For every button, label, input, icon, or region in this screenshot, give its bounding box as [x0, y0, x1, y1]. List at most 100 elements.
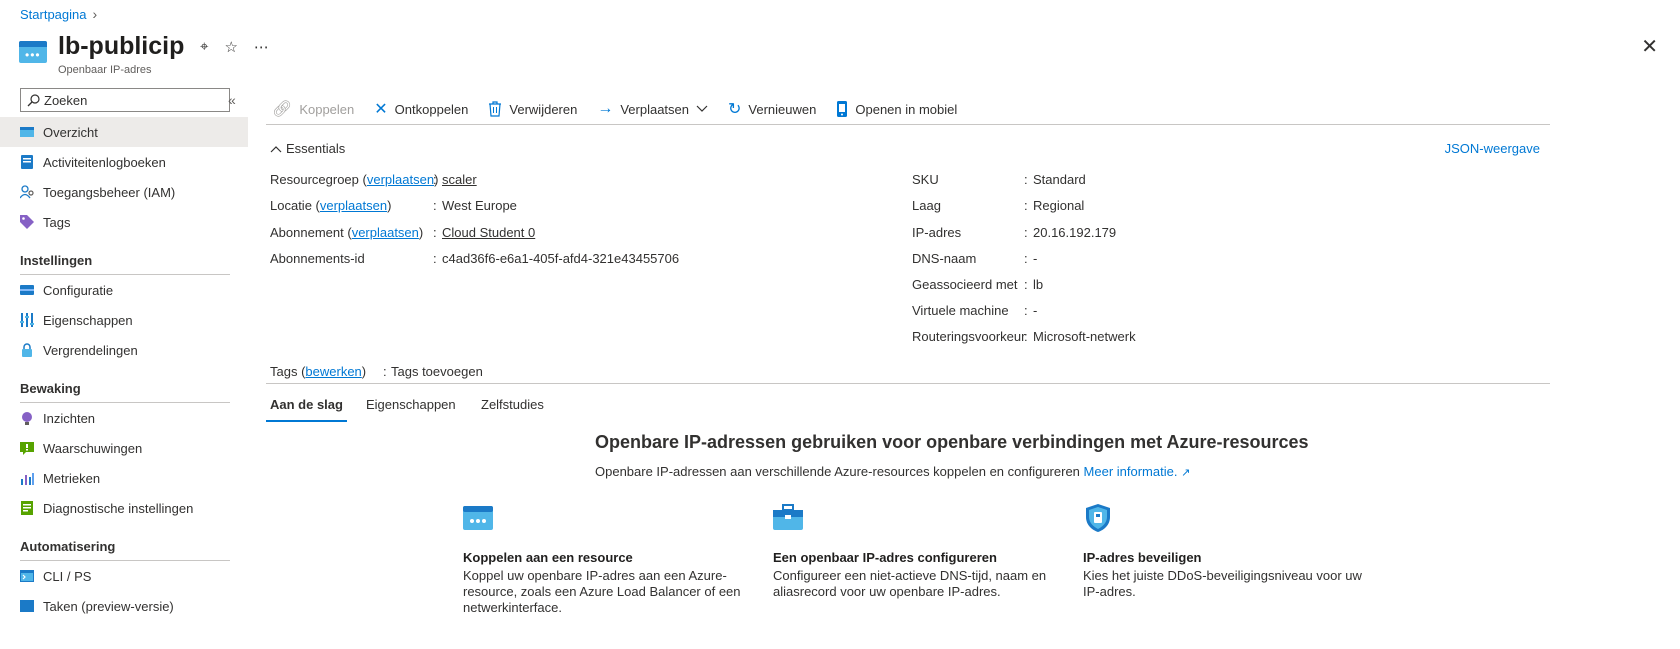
activity-log-icon [21, 155, 33, 169]
getting-started-subtitle-text: Openbare IP-adressen aan verschillende A… [595, 464, 1080, 479]
separator: : [1024, 329, 1028, 344]
sidebar-item-label: Activiteitenlogboeken [43, 154, 166, 170]
dns-name-label: DNS-naam [912, 251, 977, 266]
lock-icon [22, 343, 32, 357]
sidebar-item-label: Inzichten [43, 410, 96, 426]
sidebar-item-cli-ps[interactable]: CLI / PS [0, 561, 248, 591]
sidebar-item-activiteitenlogboeken[interactable]: Activiteitenlogboeken [0, 147, 248, 177]
sidebar-item-label: Vergrendelingen [43, 342, 138, 358]
sidebar-item-waarschuwingen[interactable]: Waarschuwingen [0, 433, 248, 463]
routing-preference-label: Routeringsvoorkeur [912, 329, 1026, 344]
getting-started-subtitle: Openbare IP-adressen aan verschillende A… [595, 464, 1190, 479]
ip-address-label: IP-adres [912, 225, 962, 240]
vernieuwen-button[interactable]: ↻ Vernieuwen [728, 99, 816, 119]
page-subtitle: Openbaar IP-adres [58, 64, 152, 76]
sidebar-item-label: Tags [43, 214, 71, 230]
json-view-link[interactable]: JSON-weergave [1445, 141, 1540, 156]
sidebar-item-overzicht[interactable]: Overzicht [0, 117, 248, 147]
trash-icon [489, 101, 502, 117]
routing-preference-value: Microsoft-netwerk [1033, 329, 1136, 344]
mobile-icon [837, 101, 848, 117]
refresh-icon: ↻ [728, 101, 742, 118]
essentials-row-resourcegroep: Resourcegroep (verplaatsen) [270, 172, 439, 187]
koppelen-button[interactable]: 🔗︎ Koppelen [272, 99, 354, 119]
abonnement-value-link[interactable]: Cloud Student 0 [442, 225, 535, 240]
metrics-icon [21, 473, 34, 485]
breadcrumb-home-link[interactable]: Startpagina [20, 7, 87, 22]
associated-with-link[interactable]: lb [1033, 277, 1043, 292]
sidebar-item-metrieken[interactable]: Metrieken [0, 463, 248, 493]
sidebar-item-inzichten[interactable]: Inzichten [0, 403, 248, 433]
overview-icon [20, 127, 34, 137]
verplaatsen-label: Verplaatsen [620, 101, 690, 117]
tab-aan-de-slag[interactable]: Aan de slag [266, 397, 347, 422]
dns-name-value: - [1033, 251, 1038, 266]
more-info-link[interactable]: Meer informatie. [1084, 464, 1178, 479]
sidebar-item-tags[interactable]: Tags [0, 207, 248, 237]
configuration-icon [20, 285, 34, 295]
diagnostics-icon [21, 501, 33, 515]
separator: : [1024, 277, 1028, 292]
sidebar-item-eigenschappen[interactable]: Eigenschappen [0, 305, 248, 335]
sidebar-item-taken[interactable]: Taken (preview-versie) [0, 591, 248, 621]
sidebar-item-vergrendelingen[interactable]: Vergrendelingen [0, 335, 248, 365]
virtual-machine-value: - [1033, 303, 1038, 318]
virtual-machine-label: Virtuele machine [912, 303, 1009, 318]
essentials-label: Essentials [286, 141, 346, 156]
star-icon[interactable]: ☆ [224, 38, 237, 56]
sidebar-item-label: Overzicht [43, 124, 98, 140]
insights-icon [22, 412, 32, 425]
toolbox-icon [773, 504, 803, 530]
card-configure-ip[interactable]: Een openbaar IP-adres configureren Confi… [773, 503, 1053, 600]
sidebar-item-iam[interactable]: Toegangsbeheer (IAM) [0, 177, 248, 207]
tags-edit-link[interactable]: bewerken [305, 364, 361, 379]
card-secure-ip[interactable]: IP-adres beveiligen Kies het juiste DDoS… [1083, 503, 1363, 600]
ontkoppelen-button[interactable]: ✕ Ontkoppelen [374, 99, 468, 119]
external-link-icon: ↗ [1181, 467, 1191, 479]
tab-eigenschappen[interactable]: Eigenschappen [366, 397, 456, 420]
sidebar-item-label: Taken (preview-versie) [43, 598, 174, 614]
tag-icon [20, 215, 34, 229]
card-text: Kies het juiste DDoS-beveiligingsniveau … [1083, 568, 1362, 599]
sidebar-item-diagnostische-instellingen[interactable]: Diagnostische instellingen [0, 493, 248, 523]
sidebar-item-label: Waarschuwingen [43, 440, 143, 456]
card-text: Configureer een niet-actieve DNS-tijd, n… [773, 568, 1047, 599]
resourcegroep-value-link[interactable]: scaler [442, 172, 477, 187]
link-icon: 🔗︎ [272, 101, 293, 118]
separator: : [383, 364, 387, 379]
resourcegroep-move-link[interactable]: verplaatsen [367, 172, 434, 187]
separator: : [433, 172, 437, 187]
verwijderen-button[interactable]: Verwijderen [488, 101, 577, 117]
command-bar: 🔗︎ Koppelen ✕ Ontkoppelen Verwijderen → … [272, 96, 957, 122]
abonnements-id-label: Abonnements-id [270, 251, 365, 266]
card-title: IP-adres beveiligen [1083, 550, 1202, 565]
add-tags-link[interactable]: Tags toevoegen [391, 364, 483, 379]
sku-value: Standard [1033, 172, 1086, 187]
cli-icon [20, 570, 34, 582]
search-input[interactable]: Zoeken [20, 88, 230, 112]
pin-icon[interactable]: ⌖ [200, 38, 208, 56]
collapse-sidebar-icon[interactable]: « [228, 92, 236, 108]
tags-row: Tags (bewerken) [270, 364, 367, 379]
sidebar-item-label: Toegangsbeheer (IAM) [43, 184, 176, 200]
abonnement-move-link[interactable]: verplaatsen [352, 225, 419, 240]
abonnements-id-value: c4ad36f6-e6a1-405f-afd4-321e43455706 [442, 251, 680, 266]
close-icon[interactable]: ✕ [1641, 34, 1658, 59]
search-icon [27, 93, 40, 106]
tab-zelfstudies[interactable]: Zelfstudies [481, 397, 544, 420]
card-title: Koppelen aan een resource [463, 550, 633, 565]
sidebar-item-label: Configuratie [43, 282, 114, 298]
breadcrumb: Startpagina › [20, 6, 97, 22]
verplaatsen-button[interactable]: → Verplaatsen [597, 100, 708, 118]
tags-label: Tags [270, 364, 298, 379]
laag-value: Regional [1033, 198, 1085, 213]
sidebar-section-instellingen: Instellingen [20, 253, 230, 275]
getting-started-title: Openbare IP-adressen gebruiken voor open… [595, 432, 1309, 452]
open-mobile-button[interactable]: Openen in mobiel [836, 101, 957, 117]
locatie-move-link[interactable]: verplaatsen [320, 198, 387, 213]
sidebar-item-configuratie[interactable]: Configuratie [0, 275, 248, 305]
essentials-toggle[interactable]: Essentials [270, 141, 345, 156]
card-associate-resource[interactable]: Koppelen aan een resource Koppel uw open… [463, 503, 743, 616]
more-icon[interactable]: ⋯ [254, 38, 269, 56]
separator: : [1024, 225, 1028, 240]
